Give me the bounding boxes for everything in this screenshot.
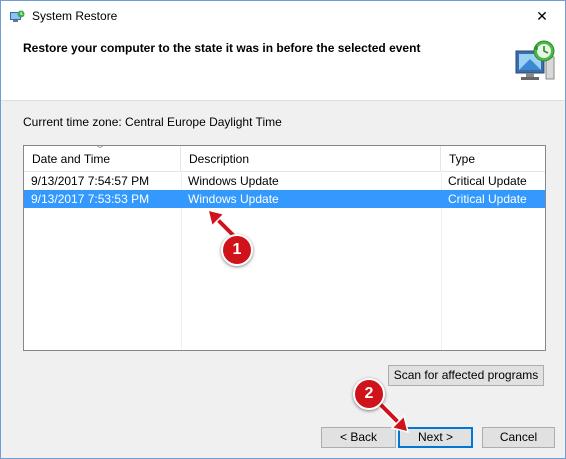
timezone-label: Current time zone: Central Europe Daylig…	[23, 115, 282, 129]
system-restore-window: System Restore ✕ Restore your computer t…	[0, 0, 566, 459]
row-type: Critical Update	[448, 192, 527, 206]
sort-indicator-icon: ﹀	[96, 145, 104, 154]
column-header-type[interactable]: Type	[441, 146, 545, 171]
column-header-date[interactable]: ﹀ Date and Time	[24, 146, 181, 171]
system-restore-app-icon	[10, 10, 25, 22]
column-type-label: Type	[449, 152, 476, 166]
row-description: Windows Update	[188, 174, 279, 188]
row-datetime: 9/13/2017 7:54:57 PM	[31, 174, 150, 188]
title-bar: System Restore ✕	[1, 1, 565, 32]
row-datetime: 9/13/2017 7:53:53 PM	[31, 192, 150, 206]
row-type: Critical Update	[448, 174, 527, 188]
annotation-marker-2: 2	[353, 378, 385, 410]
cancel-button[interactable]: Cancel	[482, 427, 555, 448]
list-header: ﹀ Date and Time Description Type	[24, 146, 545, 172]
annotation-marker-1: 1	[221, 234, 253, 266]
restore-points-list[interactable]: ﹀ Date and Time Description Type 9/13/20…	[23, 145, 546, 351]
close-button[interactable]: ✕	[519, 1, 565, 32]
scan-affected-programs-button[interactable]: Scan for affected programs	[388, 365, 544, 386]
column-header-description[interactable]: Description	[181, 146, 441, 171]
wizard-header: Restore your computer to the state it wa…	[1, 32, 565, 101]
system-restore-icon	[515, 40, 555, 80]
close-icon: ✕	[536, 8, 548, 24]
window-title: System Restore	[32, 9, 118, 23]
page-title: Restore your computer to the state it wa…	[23, 41, 421, 55]
table-row[interactable]: 9/13/2017 7:54:57 PM Windows Update Crit…	[24, 172, 545, 190]
table-row-selected[interactable]: 9/13/2017 7:53:53 PM Windows Update Crit…	[24, 190, 545, 208]
column-description-label: Description	[189, 152, 250, 166]
